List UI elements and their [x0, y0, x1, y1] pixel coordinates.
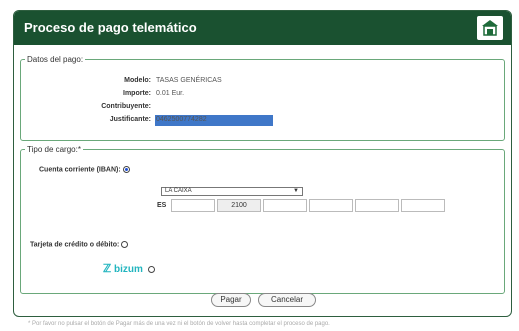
- bank-select-value: LA CAIXA: [165, 188, 192, 194]
- page-title: Proceso de pago telemático: [24, 20, 197, 35]
- pagar-button[interactable]: Pagar: [211, 293, 251, 307]
- importe-label: Importe:: [123, 90, 151, 97]
- bizum-logo-icon: ℤ: [103, 263, 112, 275]
- iban-field-3[interactable]: [263, 199, 307, 212]
- header-bar: Proceso de pago telemático: [14, 11, 511, 45]
- iban-prefix: ES: [157, 202, 167, 209]
- modelo-value: TASAS GENÉRICAS: [156, 77, 222, 84]
- importe-value: 0.01 Eur.: [156, 90, 185, 97]
- bank-select[interactable]: LA CAIXA ▼: [161, 187, 303, 196]
- datos-pago-fieldset: Datos del pago: Modelo: TASAS GENÉRICAS …: [20, 55, 505, 141]
- bizum-radio[interactable]: [147, 265, 155, 273]
- cuenta-corriente-radio[interactable]: [122, 166, 130, 173]
- cuenta-corriente-label: Cuenta corriente (IBAN):: [39, 166, 121, 174]
- modelo-label: Modelo:: [124, 77, 151, 84]
- tarjeta-radio[interactable]: [121, 241, 129, 248]
- footnote: * Por favor no pulsar el botón de Pagar …: [28, 321, 330, 327]
- justificante-label: Justificante:: [109, 116, 151, 123]
- cancelar-button[interactable]: Cancelar: [258, 293, 316, 307]
- tarjeta-label: Tarjeta de crédito o débito:: [30, 241, 120, 249]
- tipo-cargo-legend: Tipo de cargo:*: [27, 145, 81, 154]
- iban-field-6[interactable]: [401, 199, 445, 212]
- bizum-label: bizum: [113, 264, 143, 275]
- datos-pago-legend: Datos del pago:: [27, 55, 84, 64]
- iban-field-1[interactable]: [171, 199, 215, 212]
- payment-panel: Proceso de pago telemático Datos del pag…: [13, 10, 512, 317]
- chevron-down-icon: ▼: [293, 188, 299, 194]
- iban-field-2[interactable]: 2100: [217, 199, 261, 212]
- contribuyente-label: Contribuyente:: [101, 103, 151, 110]
- iban-field-5[interactable]: [355, 199, 399, 212]
- institution-logo: [477, 16, 503, 40]
- iban-field-4[interactable]: [309, 199, 353, 212]
- tipo-cargo-fieldset: Tipo de cargo:* Cuenta corriente (IBAN):…: [20, 145, 505, 294]
- justificante-value: 0462500774282: [156, 116, 207, 123]
